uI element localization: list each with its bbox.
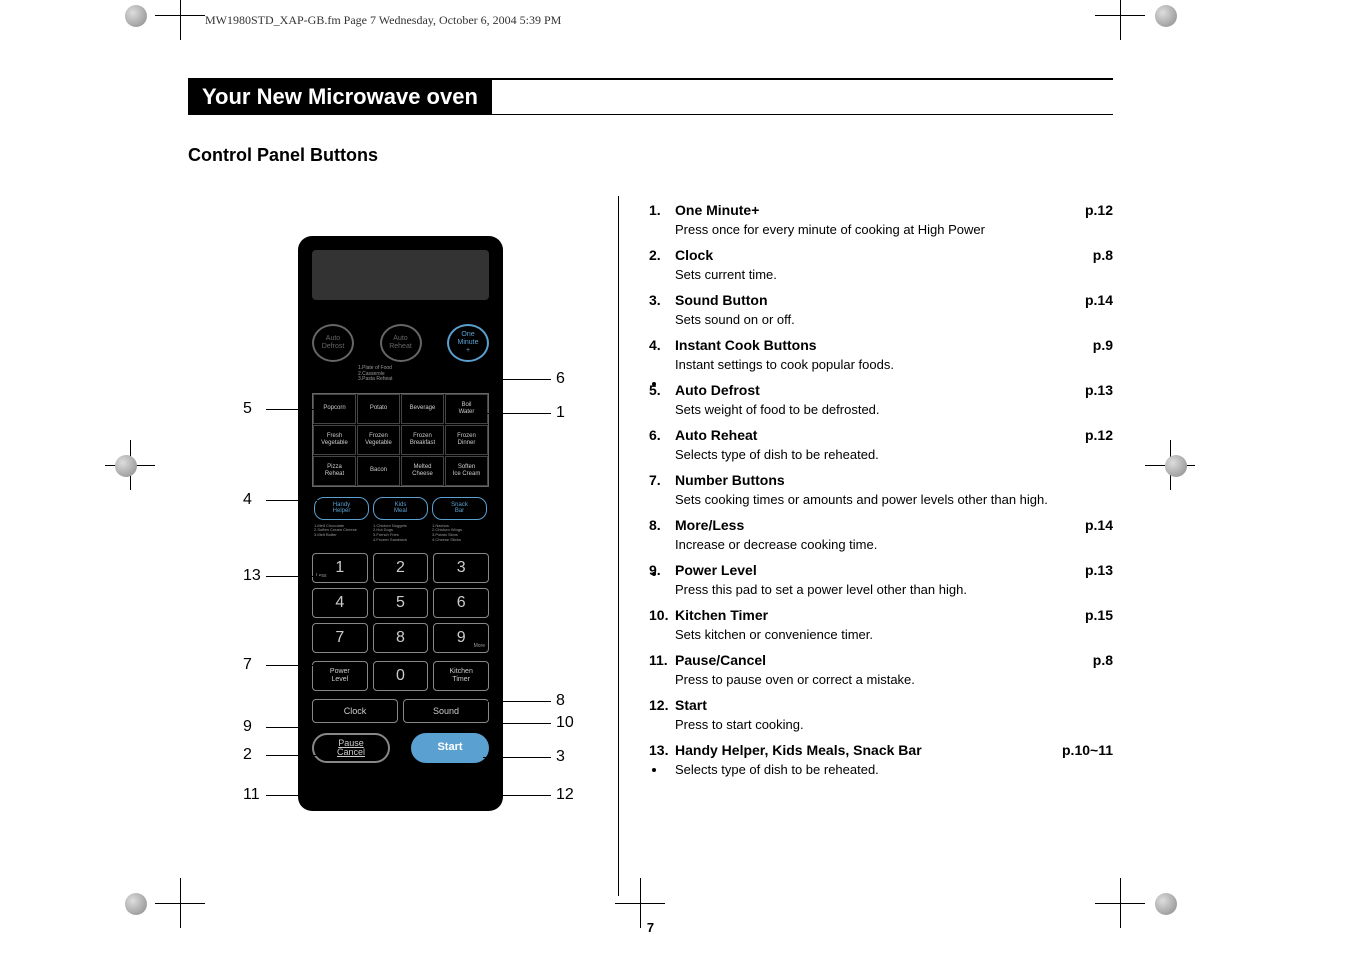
number-key: 5: [373, 588, 429, 618]
clock-key: Clock: [312, 699, 398, 723]
control-panel: Auto Defrost Auto Reheat One Minute + 1.…: [298, 236, 503, 811]
page-title: Your New Microwave oven: [188, 78, 1113, 115]
pause-cancel-button: Pause Cancel: [312, 733, 390, 763]
helper-button: Handy Helper: [314, 497, 369, 520]
instant-cook-cell: Frozen Vegetable: [357, 425, 400, 455]
start-button: Start: [411, 733, 489, 763]
callout-number: 11: [243, 786, 260, 804]
list-item: 11.Pause/Cancelp.8Press to pause oven or…: [649, 652, 1113, 691]
callout-number: 13: [243, 567, 261, 585]
callout-number: 5: [243, 400, 252, 418]
margin-dot: [652, 768, 656, 772]
list-item: 10.Kitchen Timerp.15Sets kitchen or conv…: [649, 607, 1113, 646]
crop-knob: [125, 5, 147, 27]
number-key: 9More: [433, 623, 489, 653]
instant-cook-cell: Frozen Dinner: [445, 425, 488, 455]
crop-knob: [1155, 893, 1177, 915]
instant-cook-cell: Bacon: [357, 456, 400, 486]
list-item: 12.StartPress to start cooking.: [649, 697, 1113, 736]
callout-number: 10: [556, 714, 574, 732]
list-item: 13.Handy Helper, Kids Meals, Snack Barp.…: [649, 742, 1113, 781]
helper-row: Handy HelperKids MealSnack Bar: [312, 497, 489, 520]
list-item: 5.Auto Defrostp.13Sets weight of food to…: [649, 382, 1113, 421]
instant-cook-cell: Soften Ice Cream: [445, 456, 488, 486]
list-item: 8.More/Lessp.14Increase or decrease cook…: [649, 517, 1113, 556]
callout-number: 12: [556, 786, 574, 804]
instant-cook-cell: Frozen Breakfast: [401, 425, 444, 455]
instant-cook-grid: PopcornPotatoBeverageBoil WaterFresh Veg…: [312, 393, 489, 487]
page-number: 7: [188, 920, 1113, 935]
crop-knob: [1155, 5, 1177, 27]
helper-button: Snack Bar: [432, 497, 487, 520]
callout-number: 4: [243, 491, 252, 509]
number-keypad: 1Less23 456 789More: [312, 553, 489, 653]
auto-defrost-button: Auto Defrost: [312, 324, 354, 362]
number-key: 6: [433, 588, 489, 618]
instant-cook-cell: Fresh Vegetable: [313, 425, 356, 455]
callout-number: 6: [556, 370, 565, 388]
number-key: 4: [312, 588, 368, 618]
number-key: 1Less: [312, 553, 368, 583]
number-key: 8: [373, 623, 429, 653]
zero-key: 0: [373, 661, 429, 691]
instant-cook-cell: Potato: [357, 394, 400, 424]
crop-knob: [125, 893, 147, 915]
list-item: 4.Instant Cook Buttonsp.9Instant setting…: [649, 337, 1113, 376]
instant-cook-cell: Beverage: [401, 394, 444, 424]
helper-subtext: 1.Nachos 2.Chicken Wings 3.Potato Skins …: [432, 524, 487, 543]
kitchen-timer-key: Kitchen Timer: [433, 661, 489, 691]
list-item: 9.Power Levelp.13Press this pad to set a…: [649, 562, 1113, 601]
helper-subtext: 1.Chicken Nuggets 2.Hot Dogs 3.French Fr…: [373, 524, 428, 543]
callout-number: 2: [243, 746, 252, 764]
reheat-subtext: 1.Plate of Food 2.Casserole 3.Pasta Rehe…: [358, 366, 489, 383]
callout-number: 8: [556, 692, 565, 710]
crop-knob: [115, 455, 137, 477]
list-item: 3.Sound Buttonp.14Sets sound on or off.: [649, 292, 1113, 331]
helper-subtext: 1.Melt Chocolate 2.Soften Cream Cheese 3…: [314, 524, 369, 543]
one-minute-button: One Minute +: [447, 324, 489, 362]
callout-number: 3: [556, 748, 565, 766]
display-screen: [312, 250, 489, 300]
list-item: 6.Auto Reheatp.12Selects type of dish to…: [649, 427, 1113, 466]
callout-number: 9: [243, 718, 252, 736]
header-path: MW1980STD_XAP-GB.fm Page 7 Wednesday, Oc…: [205, 13, 561, 28]
sound-key: Sound: [403, 699, 489, 723]
instant-cook-cell: Pizza Reheat: [313, 456, 356, 486]
list-item: 7.Number ButtonsSets cooking times or am…: [649, 472, 1113, 511]
list-item: 2.Clockp.8Sets current time.: [649, 247, 1113, 286]
instant-cook-cell: Melted Cheese: [401, 456, 444, 486]
instant-cook-cell: Boil Water: [445, 394, 488, 424]
callout-number: 7: [243, 656, 252, 674]
callout-number: 1: [556, 404, 565, 422]
helper-sub-row: 1.Melt Chocolate 2.Soften Cream Cheese 3…: [312, 524, 489, 543]
crop-mark: [1095, 0, 1145, 40]
crop-mark: [155, 0, 205, 40]
list-item: 1.One Minute+p.12Press once for every mi…: [649, 202, 1113, 241]
helper-button: Kids Meal: [373, 497, 428, 520]
number-key: 7: [312, 623, 368, 653]
auto-reheat-button: Auto Reheat: [380, 324, 422, 362]
crop-knob: [1165, 455, 1187, 477]
margin-dot: [652, 382, 656, 386]
button-descriptions: 1.One Minute+p.12Press once for every mi…: [649, 202, 1113, 781]
number-key: 3: [433, 553, 489, 583]
section-subtitle: Control Panel Buttons: [188, 145, 1113, 166]
number-key: 2: [373, 553, 429, 583]
margin-dot: [652, 572, 656, 576]
